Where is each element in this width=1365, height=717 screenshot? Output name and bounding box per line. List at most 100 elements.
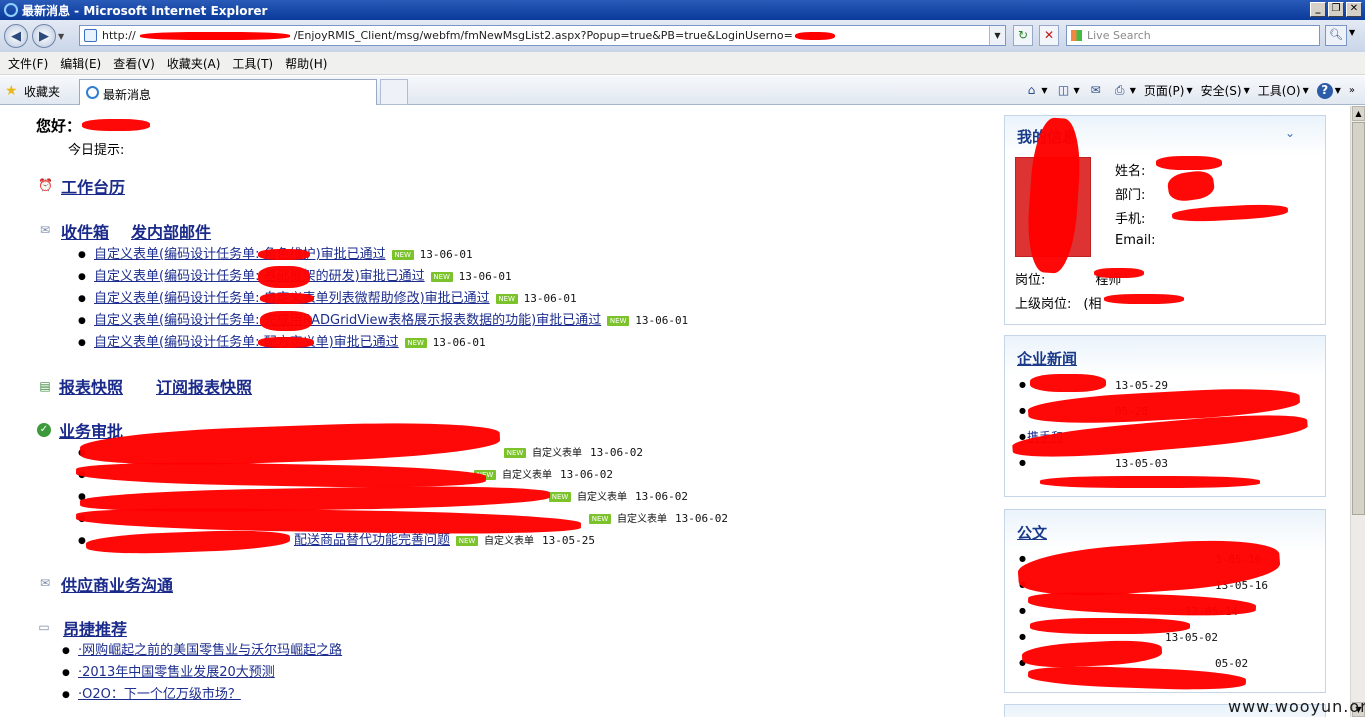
history-dropdown-icon[interactable]: ▼ [58,32,68,41]
safety-menu-label: 安全(S) [1200,84,1242,98]
superior-post-label: 上级岗位: (相 [1015,297,1102,312]
inbox-item-link[interactable]: 自定义表单(编码设计任务单: 完成用RADGridView表格展示报表数据的功能… [94,313,601,328]
approval-item-type: 自定义表单 [532,448,582,459]
menu-bar: 文件(F) 编辑(E) 查看(V) 收藏夹(A) 工具(T) 帮助(H) [0,52,1365,75]
inbox-item: 自定义表单(编码设计任务单: 自定义表单列表微帮助修改)审批已通过NEW13-0… [78,288,688,310]
home-button[interactable]: ⌂ ▼ [1023,83,1048,99]
inbox-link[interactable]: 收件箱 [61,219,109,243]
new-badge-icon: NEW [589,513,611,524]
envelope-icon: ✉ [39,223,51,237]
scroll-thumb[interactable] [1352,122,1365,515]
new-badge-icon: NEW [430,271,453,282]
vertical-scrollbar[interactable]: ▲ ▼ [1350,106,1365,717]
approval-item-date: 13-06-02 [590,446,643,459]
page-menu-label: 页面(P) [1143,84,1185,98]
window-controls: _ ❐ ✕ [1310,2,1362,17]
recommend-link[interactable]: 昂捷推荐 [63,616,127,640]
scroll-up-button[interactable]: ▲ [1352,106,1365,121]
redaction [1030,618,1190,634]
address-toolbar: ◀ ▶ ▼ http:// /EnjoyRMIS_Client/msg/webf… [0,20,1365,52]
news-item-date: 13-05-29 [1115,379,1168,392]
report-snapshot-link[interactable]: 报表快照 [59,374,123,398]
command-bar: ⌂ ▼ ◫ ▼ ✉ ⎙ ▼ 页面(P) ▼ 安全(S) ▼ 工具(O) ▼ ? ▼ » [1023,82,1355,99]
address-input[interactable]: http:// /EnjoyRMIS_Client/msg/webfm/fmNe… [79,25,1006,46]
recommend-item-link[interactable]: ·O2O：下一个亿万级市场？ [78,687,241,702]
close-button[interactable]: ✕ [1346,2,1362,17]
work-calendar-link[interactable]: 工作台历 [61,174,125,198]
inbox-item-date: 13-06-01 [419,248,473,261]
stop-button[interactable]: ✕ [1039,25,1059,46]
mail-icon: ✉ [1090,82,1101,97]
today-hint: 今日提示: [68,143,125,158]
print-button[interactable]: ⎙ ▼ [1112,83,1136,99]
subscribe-report-link[interactable]: 订阅报表快照 [156,374,252,398]
inbox-item-date: 13-06-01 [458,270,512,283]
refresh-button[interactable]: ↻ [1013,25,1033,46]
search-input[interactable]: Live Search [1066,25,1320,46]
clock-icon: ⏰ [38,178,53,192]
redaction-name [82,119,150,131]
internal-mail-link[interactable]: 发内部邮件 [131,219,211,243]
help-menu-button[interactable]: ? ▼ [1316,82,1341,99]
name-label: 姓名: [1115,164,1146,179]
menu-edit[interactable]: 编辑(E) [54,55,107,72]
new-tab-button[interactable] [380,79,408,105]
redaction [1040,476,1260,488]
docs-title[interactable]: 公文 [1017,522,1047,543]
approval-item-type: 自定义表单 [577,492,627,503]
approval-item-date: 13-06-02 [675,512,728,525]
menu-help[interactable]: 帮助(H) [279,55,333,72]
menu-tools[interactable]: 工具(T) [226,55,279,72]
new-badge-icon: NEW [504,447,526,458]
minimize-button[interactable]: _ [1310,2,1326,17]
redaction [258,266,310,288]
tools-menu-button[interactable]: 工具(O) ▼ [1258,82,1309,99]
safety-menu-button[interactable]: 安全(S) ▼ [1201,82,1250,99]
greeting: 您好： [36,117,82,135]
restore-button[interactable]: ❐ [1328,2,1344,17]
favorites-button[interactable]: 收藏夹 [24,83,60,100]
forward-button[interactable]: ▶ [32,24,56,48]
recommend-item: ·O2O：下一个亿万级市场？ [62,684,342,706]
recommend-item-link[interactable]: ·网购崛起之前的美国零售业与沃尔玛崛起之路 [78,643,342,658]
approval-item-date: 13-06-02 [635,490,688,503]
search-dropdown-icon[interactable]: ▼ [1349,28,1355,37]
redaction [1030,374,1106,392]
inbox-item-link[interactable]: 自定义表单(编码设计任务单: 角色维护)审批已通过 [94,247,386,262]
menu-favorites[interactable]: 收藏夹(A) [161,55,227,72]
chat-bubble-icon: ▭ [38,620,50,634]
inbox-item-date: 13-06-01 [432,336,486,349]
printer-icon: ⎙ [1114,82,1125,97]
report-icon: ▤ [39,379,51,393]
url-redaction-2 [794,31,835,40]
chevron-down-icon[interactable]: ⌄ [1285,126,1295,140]
favorites-star-icon[interactable]: ★ [5,83,18,99]
menu-view[interactable]: 查看(V) [107,55,161,72]
address-dropdown-icon[interactable]: ▼ [989,26,1005,45]
supplier-communication-link[interactable]: 供应商业务沟通 [61,572,173,596]
new-badge-icon: NEW [607,315,630,326]
search-go-button[interactable]: 🔍︎ [1325,25,1347,46]
recommend-item-link[interactable]: ·2013年中国零售业发展20大预测 [78,665,275,680]
page-menu-button[interactable]: 页面(P) ▼ [1144,82,1193,99]
inbox-list: 自定义表单(编码设计任务单: 角色维护)审批已通过NEW13-06-01自定义表… [78,244,688,354]
new-badge-icon: NEW [549,491,571,502]
mail-button[interactable]: ✉ [1088,83,1104,99]
redaction [260,311,312,331]
inbox-item: 自定义表单(编码设计任务单: 配方定义单)审批已通过 NEW 13-06-01 [78,332,688,354]
inbox-item-link[interactable]: 自定义表单(编码设计任务单: 配方定义单)审批已通过 [94,335,399,350]
inbox-item: 自定义表单(编码设计任务单: 角色维护)审批已通过 NEW 13-06-01 [78,244,688,266]
chevron-more-icon[interactable]: » [1349,85,1355,96]
feeds-button[interactable]: ◫ ▼ [1056,83,1080,99]
new-badge-icon: NEW [495,293,518,304]
approval-item-type: 自定义表单 [484,536,534,547]
news-title[interactable]: 企业新闻 [1017,348,1077,369]
watermark: www.wooyun.org [1228,697,1365,716]
back-button[interactable]: ◀ [4,24,28,48]
approval-item-type: 自定义表单 [502,470,552,481]
dept-label: 部门: [1115,188,1146,203]
menu-file[interactable]: 文件(F) [2,55,54,72]
tab-current[interactable]: 最新消息 [79,79,377,105]
ie-tab-icon [86,86,99,99]
email-label: Email: [1115,233,1156,248]
